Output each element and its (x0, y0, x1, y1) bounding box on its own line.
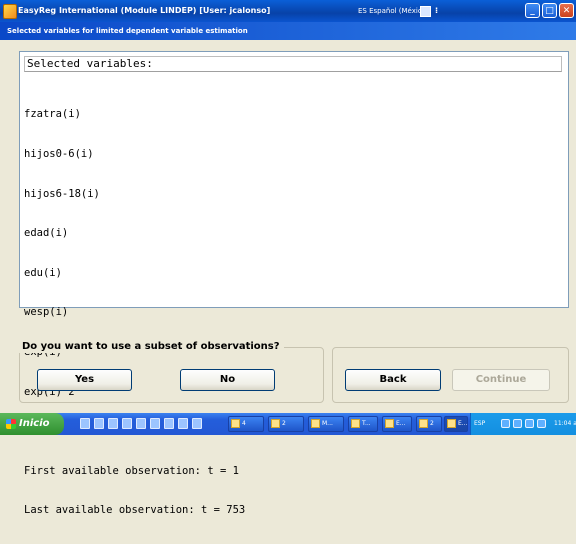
no-button[interactable]: No (180, 369, 275, 391)
volume-icon[interactable] (525, 419, 534, 428)
app-icon (3, 4, 17, 19)
keyboard-icon[interactable] (420, 6, 431, 17)
taskbar-group-button[interactable]: 2 (268, 416, 304, 432)
system-tray: ESP 11:04 a.m. (470, 413, 576, 435)
task-icon (385, 419, 394, 428)
windows-logo-icon (6, 419, 16, 429)
messenger-icon[interactable] (537, 419, 546, 428)
title-bar[interactable]: EasyReg International (Module LINDEP) [U… (0, 0, 576, 22)
language-options-icon[interactable]: ⁝ (435, 0, 438, 22)
variable-item: edu(i) (24, 266, 62, 279)
task-icon (351, 419, 360, 428)
taskbar-window-button[interactable]: T... (348, 416, 378, 432)
quicklaunch-desktop-icon[interactable] (80, 418, 90, 429)
variable-item: fzatra(i) (24, 108, 81, 121)
maximize-button[interactable]: □ (542, 3, 557, 18)
task-icon (231, 419, 240, 428)
subset-question-label: Do you want to use a subset of observati… (18, 341, 284, 353)
selected-variables-heading: Selected variables: (24, 56, 562, 72)
output-text-panel[interactable]: Selected variables: fzatra(i) hijos0-6(i… (19, 51, 569, 516)
quicklaunch-mail-icon[interactable] (136, 418, 146, 429)
quicklaunch-media-icon[interactable] (108, 418, 118, 429)
variable-list: fzatra(i) hijos0-6(i) hijos6-18(i) edad(… (24, 82, 245, 544)
start-label: Inicio (19, 418, 50, 429)
quicklaunch-app-icon[interactable] (192, 418, 202, 429)
continue-button: Continue (452, 369, 550, 391)
start-button[interactable]: Inicio (0, 413, 64, 435)
variable-item: hijos0-6(i) (24, 148, 94, 161)
close-button[interactable]: ✕ (559, 3, 574, 18)
clock[interactable]: 11:04 a.m. (554, 413, 576, 435)
task-icon (271, 419, 280, 428)
task-icon (447, 419, 456, 428)
taskbar-group-button[interactable]: 2 (416, 416, 442, 432)
window-title: EasyReg International (Module LINDEP) [U… (18, 6, 271, 15)
back-button[interactable]: Back (345, 369, 441, 391)
security-icon[interactable] (513, 419, 522, 428)
quicklaunch-folder-icon[interactable] (150, 418, 160, 429)
taskbar-active-window-button[interactable]: E... (444, 416, 468, 432)
taskbar-window-button[interactable]: E... (382, 416, 412, 432)
taskbar-window-button[interactable]: M... (308, 416, 344, 432)
quicklaunch-app-icon[interactable] (178, 418, 188, 429)
language-indicator[interactable]: ES Español (México) (358, 0, 429, 22)
taskbar: Inicio 4 2 M... T... E... 2 E... ESP 11:… (0, 413, 576, 435)
variable-item: edad(i) (24, 227, 69, 240)
variable-item: hijos6-18(i) (24, 187, 100, 200)
task-icon (419, 419, 428, 428)
task-icon (311, 419, 320, 428)
yes-button[interactable]: Yes (37, 369, 132, 391)
taskbar-group-button[interactable]: 4 (228, 416, 264, 432)
quicklaunch-app-icon[interactable] (164, 418, 174, 429)
minimize-button[interactable]: _ (525, 3, 540, 18)
quicklaunch-browser-icon[interactable] (94, 418, 104, 429)
tray-language[interactable]: ESP (474, 413, 485, 435)
quicklaunch-office-icon[interactable] (122, 418, 132, 429)
last-observation-text: Last available observation: t = 753 (24, 504, 246, 517)
first-observation-text: First available observation: t = 1 (24, 464, 239, 477)
network-icon[interactable] (501, 419, 510, 428)
variable-item: wesp(i) (24, 306, 69, 319)
dialog-header: Selected variables for limited dependent… (0, 22, 576, 40)
